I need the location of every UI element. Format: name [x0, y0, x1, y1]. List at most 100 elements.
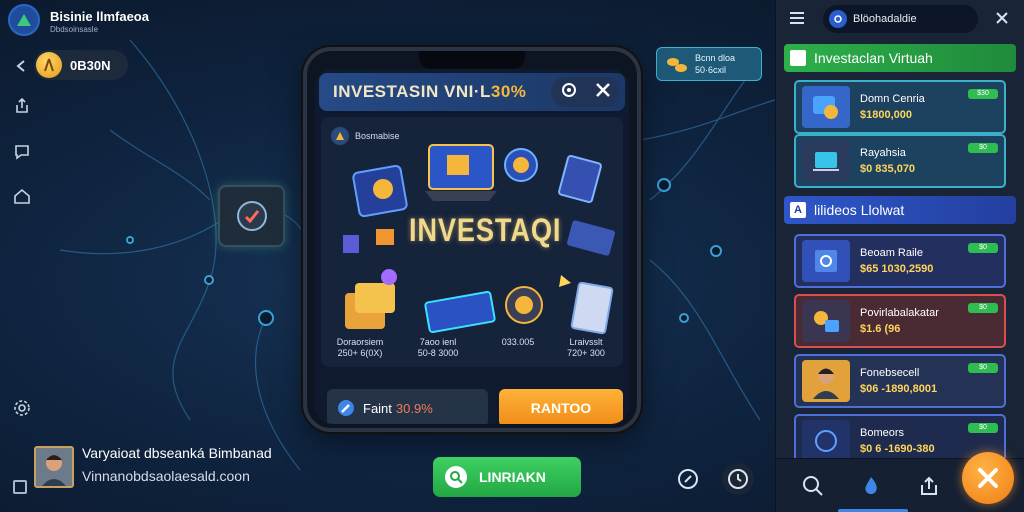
stat-1-label: Doraorsiem	[336, 337, 384, 347]
section-virtual-box	[790, 50, 806, 66]
card-value: $06 -1890,8001	[860, 383, 938, 395]
hero-text: INVESTAQI	[409, 212, 562, 248]
card-value: $1800,000	[860, 109, 912, 121]
stat-3-value: 033.005	[501, 337, 535, 347]
coins-icon	[667, 58, 687, 72]
coin-icon	[36, 52, 62, 78]
panel-card[interactable]: Beoam Raile $65 1030,2590 $0	[794, 234, 1006, 288]
modal-title: INVESTASIN VNI·L30%	[333, 82, 526, 102]
modal-header: INVESTASIN VNI·L30%	[319, 73, 625, 111]
card-value: $0 6 -1690-380	[860, 443, 935, 455]
tab-upload-icon[interactable]	[914, 471, 944, 501]
menu-icon[interactable]	[788, 10, 806, 31]
rantoo-button[interactable]: RANTOO	[499, 389, 623, 424]
tab-search-icon[interactable]	[798, 471, 828, 501]
coin-balance[interactable]: 0B30N	[34, 50, 128, 80]
right-panel: Blöohadaldie Investaclan Virtuah Domn Ce…	[775, 0, 1024, 512]
globe-thumb-icon	[802, 420, 850, 462]
stat-4: Lraivsslt 720+ 300	[551, 337, 621, 359]
linriakn-label: LINRIAKN	[479, 469, 546, 485]
settings-gear-icon[interactable]	[560, 81, 578, 104]
panel-search-text: Blöohadaldie	[853, 13, 917, 25]
card-name: Beoam Raile	[860, 247, 923, 259]
card-badge: $30	[968, 89, 998, 99]
avatar[interactable]	[34, 446, 74, 488]
card-badge: $0	[968, 363, 998, 373]
user-url[interactable]: Vinnanobdsaolaesald.coon	[82, 468, 250, 484]
faint-percent: 30.9%	[395, 400, 433, 416]
stat-4-label: Lraivsslt	[569, 337, 603, 347]
panel-close-icon[interactable]	[995, 11, 1009, 30]
stat-4-value: 720+ 300	[567, 348, 605, 358]
modal-title-highlight: 30%	[490, 82, 527, 101]
checkbox[interactable]	[13, 480, 27, 494]
user-name: Varyaioat dbseanká Bimbanad	[82, 445, 272, 461]
stat-2-value: 50-8 3000	[417, 348, 459, 358]
stat-1-value: 250+ 6(0X)	[337, 348, 383, 358]
section-videos-box: A	[790, 202, 806, 218]
section-virtual-title: Investaclan Virtuah	[814, 50, 933, 66]
panel-card[interactable]: Rayahsia $0 835,070 $0	[794, 134, 1006, 188]
card-value: $0 835,070	[860, 163, 916, 175]
app-logo[interactable]	[8, 4, 40, 36]
tablet-thumb-icon	[802, 140, 850, 182]
modal-content: Bosmabise INVESTAQI	[321, 117, 623, 367]
card-badge: $0	[968, 243, 998, 253]
tab-flame-icon[interactable]	[856, 471, 886, 501]
section-videos-title: lilideos Llolwat	[814, 202, 905, 218]
card-name: Bomeors	[860, 427, 905, 439]
compass-icon[interactable]	[672, 463, 704, 495]
back-icon[interactable]	[8, 52, 36, 80]
share-icon[interactable]	[8, 92, 36, 120]
stat-2-label: 7aoo ienl	[419, 337, 457, 347]
phone-notch	[419, 51, 525, 69]
card-badge: $0	[968, 423, 998, 433]
search-icon	[829, 10, 847, 28]
card-name: Fonebsecell	[860, 367, 920, 379]
phone-screen: INVESTASIN VNI·L30% Bosmabise INVESTAQI …	[315, 69, 629, 424]
settings-icon[interactable]	[8, 394, 36, 422]
node-card[interactable]	[218, 185, 285, 247]
reward-badge[interactable]: Bcnn dloa 50·6cxil	[656, 47, 762, 81]
home-icon[interactable]	[8, 182, 36, 210]
checkmark-icon	[236, 201, 267, 231]
panel-search[interactable]: Blöohadaldie	[823, 5, 978, 33]
panel-card[interactable]: Povirlabalakatar $1.6 (96 $0	[794, 294, 1006, 348]
stat-2: 7aoo ienl 50-8 3000	[403, 337, 473, 359]
badge-line2: 50·6cxil	[695, 65, 727, 75]
chat-icon[interactable]	[8, 138, 36, 166]
faint-indicator[interactable]: Faint 30.9%	[327, 389, 488, 424]
card-name: Domn Cenria	[860, 93, 925, 105]
card-badge: $0	[968, 303, 998, 313]
panel-card[interactable]: Domn Cenria $1800,000 $30	[794, 80, 1006, 134]
link-icon	[445, 466, 467, 488]
avatar-image	[36, 448, 72, 486]
section-virtual-header[interactable]: Investaclan Virtuah	[784, 44, 1016, 72]
stat-3: 033.005	[483, 337, 553, 348]
coin-value: 0B30N	[70, 57, 111, 73]
modal-controls	[551, 77, 619, 107]
modal-title-main: INVESTASIN VNI·L	[333, 82, 491, 101]
app-subtitle: Dbdsoinsasle	[50, 25, 99, 34]
app-title: Bisinie llmfaeoa	[50, 9, 149, 24]
logo-icon	[17, 14, 31, 26]
section-videos-header[interactable]: A lilideos Llolwat	[784, 196, 1016, 224]
timer-icon[interactable]	[722, 463, 754, 495]
card-value: $1.6 (96	[860, 323, 901, 335]
app-root: Bisinie llmfaeoa Dbdsoinsasle 0B30N Bcnn…	[0, 0, 1024, 512]
pencil-icon	[338, 400, 354, 416]
faint-label: Faint	[363, 400, 392, 416]
card-badge: $0	[968, 143, 998, 153]
card-name: Rayahsia	[860, 147, 906, 159]
panel-card[interactable]: Fonebsecell $06 -1890,8001 $0	[794, 354, 1006, 408]
modal-close-icon[interactable]	[595, 82, 611, 103]
phone-frame: INVESTASIN VNI·L30% Bosmabise INVESTAQI …	[303, 47, 641, 432]
coins-thumb-icon	[802, 86, 850, 128]
coin-stack-thumb-icon	[802, 300, 850, 342]
linriakn-button[interactable]: LINRIAKN	[433, 457, 581, 497]
person-thumb-icon	[802, 360, 850, 402]
badge-line1: Bcnn dloa	[695, 53, 736, 63]
card-value: $65 1030,2590	[860, 263, 934, 275]
safe-thumb-icon	[802, 240, 850, 282]
tools-fab-button[interactable]	[962, 452, 1014, 504]
